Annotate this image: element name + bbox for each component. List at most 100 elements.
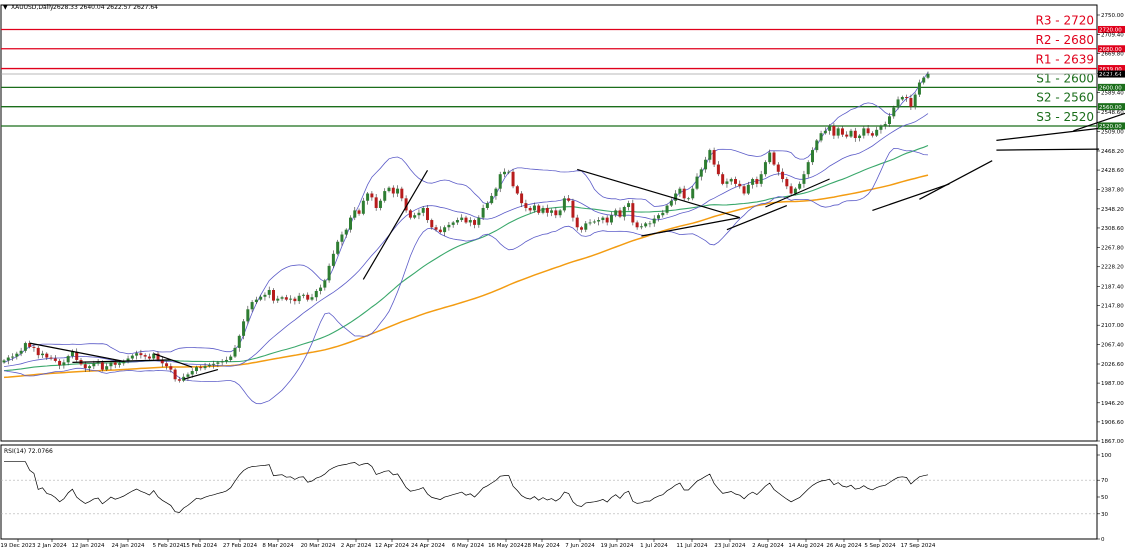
- candle-body: [468, 220, 472, 223]
- candle-body: [216, 362, 220, 364]
- candle-body: [19, 350, 23, 354]
- xauusd-daily-chart: R3 - 2720 R2 - 2680 R1 - 2639 S1 - 2600 S2 -…: [0, 0, 1125, 550]
- candle-body: [242, 321, 246, 336]
- candle-body: [400, 188, 404, 199]
- candle-body: [361, 200, 365, 214]
- candle-body: [870, 133, 874, 136]
- rsi-tick-label: 100: [1101, 453, 1112, 459]
- candle-body: [284, 297, 288, 300]
- candle-body: [203, 366, 207, 369]
- candle-body: [528, 207, 532, 211]
- symbol-caret[interactable]: ▼: [3, 4, 8, 11]
- date-tick-label: 17 Sep 2024: [901, 543, 936, 549]
- date-tick-label: 24 Jan 2024: [112, 543, 145, 549]
- candle-body: [734, 179, 737, 184]
- candle-body: [738, 183, 742, 187]
- candle-body: [605, 217, 609, 223]
- candle-body: [849, 130, 853, 137]
- candle-body: [815, 140, 819, 151]
- candle-body: [447, 224, 451, 228]
- candle-body: [396, 188, 400, 194]
- candle-body: [6, 357, 10, 361]
- level-label: R3 - 2720: [1036, 13, 1094, 27]
- candle-body: [768, 152, 772, 163]
- candle-body: [186, 374, 190, 377]
- candle-body: [130, 355, 134, 359]
- candle-body: [678, 188, 682, 194]
- candle-body: [66, 356, 70, 363]
- candle-body: [627, 203, 631, 208]
- candle-body: [823, 130, 827, 134]
- candle-body: [473, 220, 477, 225]
- candle-body: [879, 125, 883, 130]
- date-tick-label: 12 Jan 2024: [72, 543, 105, 549]
- candle-body: [845, 134, 849, 137]
- date-tick-label: 19 Jun 2024: [600, 543, 634, 549]
- candle-body: [537, 205, 541, 213]
- candle-body: [883, 124, 887, 126]
- candle-body: [455, 220, 459, 223]
- price-tick-label: 2548.60: [1101, 110, 1124, 116]
- date-tick-label: 14 Aug 2024: [788, 543, 824, 549]
- candle-body: [515, 186, 519, 194]
- date-tick-label: 1 Jul 2024: [640, 543, 668, 549]
- candle-body: [652, 218, 656, 224]
- candle-body: [798, 183, 802, 189]
- price-tick-label: 1906.60: [1101, 420, 1124, 426]
- candle-body: [691, 188, 695, 199]
- candle-body: [524, 203, 528, 208]
- candle-body: [622, 207, 626, 217]
- ohlc-values: 2628.33 2640.04 2622.57 2627.64: [53, 4, 158, 11]
- candle-body: [763, 162, 767, 175]
- price-tick-label: 2067.40: [1101, 342, 1124, 348]
- candle-body: [306, 294, 310, 300]
- candle-body: [224, 359, 228, 362]
- level-label: R2 - 2680: [1036, 33, 1094, 47]
- chart-background: [0, 0, 1125, 550]
- candle-body: [755, 179, 759, 184]
- candle-body: [601, 217, 605, 221]
- candle-body: [199, 367, 203, 369]
- price-tick-label: 2267.80: [1101, 246, 1124, 252]
- rsi-tick-label: 50: [1101, 495, 1108, 501]
- candle-body: [289, 298, 293, 300]
- candle-body: [609, 215, 613, 223]
- candle-body: [135, 353, 139, 356]
- candle-body: [460, 217, 464, 221]
- candle-body: [229, 356, 233, 360]
- price-tick-label: 2669.80: [1101, 52, 1124, 58]
- candle-body: [212, 363, 216, 365]
- candle-body: [832, 125, 836, 136]
- candle-body: [686, 198, 690, 200]
- candle-body: [597, 220, 601, 222]
- candle-body: [725, 181, 729, 184]
- candle-body: [571, 200, 575, 218]
- candle-body: [254, 299, 258, 303]
- candle-body: [665, 205, 669, 213]
- candle-body: [811, 150, 814, 163]
- candle-body: [387, 187, 391, 192]
- candle-body: [143, 355, 147, 357]
- candle-body: [207, 364, 211, 367]
- candle-body: [237, 335, 241, 348]
- candle-body: [554, 210, 558, 216]
- date-tick-label: 16 May 2024: [488, 543, 524, 549]
- candle-body: [92, 363, 96, 367]
- candle-body: [109, 362, 113, 367]
- price-tick-label: 2348.20: [1101, 207, 1124, 213]
- candle-body: [23, 343, 27, 351]
- date-tick-label: 12 Apr 2024: [375, 543, 410, 549]
- candle-body: [875, 129, 879, 136]
- candle-body: [370, 193, 374, 198]
- candle-body: [896, 99, 900, 108]
- level-label: S3 - 2520: [1036, 110, 1094, 124]
- candle-body: [682, 188, 686, 199]
- candle-body: [340, 234, 344, 242]
- candle-body: [789, 186, 793, 194]
- candle-body: [272, 289, 275, 301]
- candle-body: [357, 210, 361, 214]
- price-tick-label: 2387.80: [1101, 188, 1124, 194]
- candle-body: [383, 191, 387, 201]
- candle-body: [366, 193, 370, 201]
- price-tick-label: 1987.00: [1101, 381, 1124, 387]
